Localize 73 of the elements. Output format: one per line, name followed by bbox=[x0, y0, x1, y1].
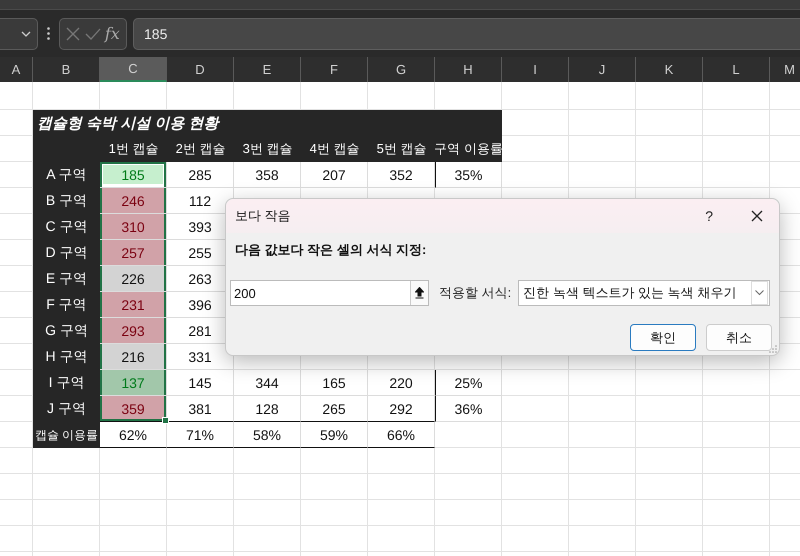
insert-function-button[interactable]: fx bbox=[104, 24, 120, 43]
dialog-button[interactable]: 취소 bbox=[706, 324, 772, 351]
table-cell: 358 bbox=[234, 162, 301, 188]
dialog-button[interactable]: 확인 bbox=[630, 324, 696, 351]
column-header[interactable]: C bbox=[100, 57, 167, 82]
formula-input[interactable]: 185 bbox=[133, 18, 800, 50]
table-cell: 359 bbox=[100, 396, 167, 422]
table-title: 캡슐형 숙박 시설 이용 현황 bbox=[33, 110, 502, 136]
cancel-icon[interactable] bbox=[66, 26, 80, 40]
format-label: 적용할 서식: bbox=[439, 284, 512, 302]
collapse-button[interactable] bbox=[410, 281, 428, 305]
dropdown-button[interactable] bbox=[751, 281, 768, 305]
fill-handle[interactable] bbox=[162, 417, 169, 424]
check-icon[interactable] bbox=[84, 28, 101, 40]
row-label: F 구역 bbox=[33, 292, 100, 318]
table-cell: 292 bbox=[368, 396, 435, 422]
table-cell: 352 bbox=[368, 162, 435, 188]
column-header-cell-text: 5번 캡슐 bbox=[376, 140, 428, 158]
resize-grip-icon[interactable] bbox=[769, 345, 777, 353]
table-cell: 137 bbox=[100, 370, 167, 396]
value-field[interactable]: 200 bbox=[230, 280, 429, 306]
field-value: 200 bbox=[234, 286, 256, 300]
table-cell: 66% bbox=[368, 422, 435, 448]
chevron-down-icon[interactable] bbox=[21, 30, 31, 36]
table-cell: 25% bbox=[435, 370, 502, 396]
column-header-cell-text: 구역 이용률 bbox=[435, 140, 502, 158]
table-cell: 220 bbox=[368, 370, 435, 396]
column-header-cell-text: 3번 캡슐 bbox=[242, 140, 294, 158]
table-cell: 381 bbox=[167, 396, 234, 422]
table-cell: 165 bbox=[301, 370, 368, 396]
table-cell: 128 bbox=[234, 396, 301, 422]
row-label: D 구역 bbox=[33, 240, 100, 266]
table-cell: 58% bbox=[234, 422, 301, 448]
format-dropdown[interactable]: 진한 녹색 텍스트가 있는 녹색 채우기 bbox=[518, 280, 770, 306]
table-cell: 207 bbox=[301, 162, 368, 188]
chevron-down-icon bbox=[755, 290, 764, 296]
table-cell: 35% bbox=[435, 162, 502, 188]
close-icon[interactable] bbox=[751, 210, 763, 222]
row-label: 캡슐 이용률 bbox=[33, 422, 100, 448]
table-cell: 265 bbox=[301, 396, 368, 422]
table-cell: 226 bbox=[100, 266, 167, 292]
table-cell: 344 bbox=[234, 370, 301, 396]
row-label: I 구역 bbox=[33, 370, 100, 396]
column-header-cell-text: 2번 캡슐 bbox=[174, 140, 226, 158]
column-header-cell-text: 4번 캡슐 bbox=[308, 140, 360, 158]
table-cell: 59% bbox=[301, 422, 368, 448]
column-header-cell-text: 1번 캡슐 bbox=[108, 140, 160, 158]
table-cell: 71% bbox=[167, 422, 234, 448]
prompt-label: 다음 값보다 작은 셀의 서식 지정: bbox=[235, 241, 428, 259]
row-label: E 구역 bbox=[33, 266, 100, 292]
help-button[interactable]: ? bbox=[705, 208, 713, 224]
more-icon[interactable] bbox=[47, 27, 50, 40]
table-cell: 310 bbox=[100, 214, 167, 240]
row-label: H 구역 bbox=[33, 344, 100, 370]
table-cell: 216 bbox=[100, 344, 167, 370]
table-cell: 231 bbox=[100, 292, 167, 318]
table-cell: 246 bbox=[100, 188, 167, 214]
table-cell: 293 bbox=[100, 318, 167, 344]
row-label: G 구역 bbox=[33, 318, 100, 344]
table-cell: 145 bbox=[167, 370, 234, 396]
table-cell: 112 bbox=[167, 188, 234, 214]
row-label: A 구역 bbox=[33, 162, 100, 188]
dialog-title: 보다 작음 bbox=[235, 207, 292, 225]
upload-arrow-icon bbox=[415, 287, 424, 299]
table-cell: 257 bbox=[100, 240, 167, 266]
table-cell: 285 bbox=[167, 162, 234, 188]
row-label: J 구역 bbox=[33, 396, 100, 422]
table-cell: 36% bbox=[435, 396, 502, 422]
dropdown-value: 진한 녹색 텍스트가 있는 녹색 채우기 bbox=[523, 284, 736, 302]
table-cell: 62% bbox=[100, 422, 167, 448]
table-cell: 185 bbox=[100, 162, 167, 188]
row-label: B 구역 bbox=[33, 188, 100, 214]
row-label: C 구역 bbox=[33, 214, 100, 240]
